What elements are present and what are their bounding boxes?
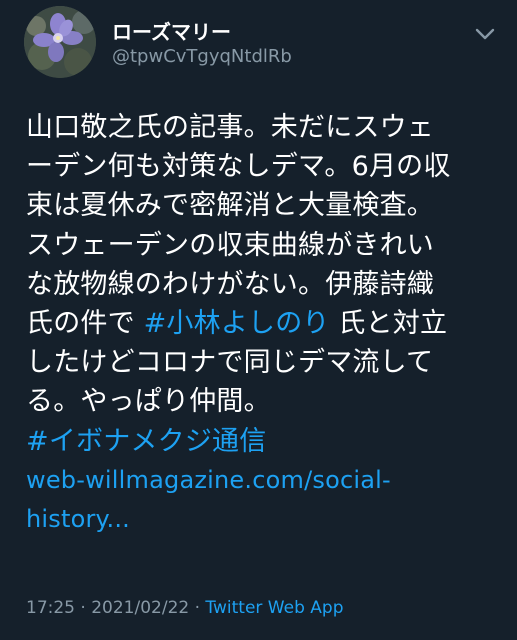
display-name[interactable]: ローズマリー xyxy=(112,16,231,45)
tweet-line: したけどコロナで同じデマ流して xyxy=(26,347,434,379)
avatar-flower-icon xyxy=(24,6,96,78)
url-link[interactable]: web-willmagazine.com/social- xyxy=(26,461,506,500)
tweet-meta: 17:25 · 2021/02/22 · Twitter Web App xyxy=(26,598,343,618)
tweet-date[interactable]: 2021/02/22 xyxy=(91,598,189,618)
avatar[interactable] xyxy=(24,6,96,78)
tweet-line: 束は夏休みで密解消と大量検査。 xyxy=(26,190,434,222)
tweet-line: 山口敬之氏の記事。未だにスウェ xyxy=(26,112,434,143)
tweet-line: な放物線のわけがない。伊藤詩織 xyxy=(26,268,434,300)
tweet-text-segment: 氏の件で xyxy=(26,307,144,339)
hashtag-link[interactable]: #イボナメクジ通信 xyxy=(26,422,506,461)
tweet-text: 山口敬之氏の記事。未だにスウェ ーデン何も対策なしデマ。6月の収 束は夏休みで密… xyxy=(26,108,506,539)
chevron-down-icon[interactable] xyxy=(471,20,499,48)
tweet-time[interactable]: 17:25 xyxy=(26,598,75,618)
url-link-continued[interactable]: history... xyxy=(26,500,506,539)
separator: · xyxy=(189,598,206,618)
tweet-line: る。やっぱり仲間。 xyxy=(26,386,271,418)
tweet-header: ローズマリー @tpwCvTgyqNtdlRb xyxy=(24,6,499,78)
tweet-line: ーデン何も対策なしデマ。6月の収 xyxy=(26,151,451,183)
separator: · xyxy=(75,598,92,618)
user-handle[interactable]: @tpwCvTgyqNtdlRb xyxy=(112,46,292,67)
tweet-line: スウェーデンの収束曲線がきれい xyxy=(26,229,434,261)
tweet-text-segment: 氏と対立 xyxy=(329,307,448,339)
tweet-line: 氏の件で #小林よしのり 氏と対立 xyxy=(26,304,506,343)
hashtag-link[interactable]: #小林よしのり xyxy=(144,308,330,339)
source-app-link[interactable]: Twitter Web App xyxy=(205,598,343,618)
